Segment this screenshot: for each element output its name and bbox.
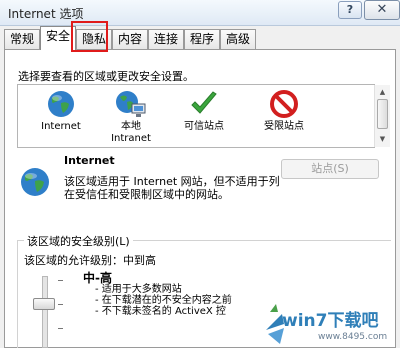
zone-instruction: 选择要查看的区域或更改安全设置。 — [18, 70, 194, 83]
slider-tick — [58, 304, 63, 305]
help-button[interactable]: ? — [338, 1, 362, 19]
zone-restricted-sites[interactable]: 受限站点 — [253, 89, 315, 133]
level-detail: - 适用于大多数网站 — [95, 284, 182, 295]
zone-trusted-sites[interactable]: 可信站点 — [173, 89, 235, 133]
globe-icon — [48, 91, 74, 117]
scroll-up-icon[interactable]: ▲ — [377, 86, 388, 98]
zone-description: 该区域适用于 Internet 网站，但不适用于列在受信任和受限制区域中的网站。 — [64, 175, 280, 201]
close-button[interactable]: ✕ — [364, 0, 400, 20]
globe-icon — [21, 168, 49, 196]
zone-label: 可信站点 — [184, 121, 224, 132]
tab-content[interactable]: 内容 — [112, 29, 148, 49]
zone-internet[interactable]: Internet — [30, 89, 92, 133]
restricted-icon — [270, 90, 298, 118]
zone-list-scrollbar[interactable]: ▲ ▼ — [374, 85, 390, 147]
scroll-thumb[interactable] — [377, 99, 388, 129]
level-detail: - 在下载潜在的不安全内容之前 — [95, 295, 232, 306]
security-level-legend: 该区域的安全级别(L) — [24, 233, 133, 249]
zone-label: 受限站点 — [264, 121, 304, 132]
security-level-details: - 适用于大多数网站 - 在下载潜在的不安全内容之前 - 不下载未签名的 Act… — [95, 284, 232, 317]
watermark-brand: win7下载吧 — [282, 311, 379, 331]
security-level-slider-handle[interactable] — [33, 298, 55, 310]
tab-programs[interactable]: 程序 — [184, 29, 220, 49]
tab-advanced[interactable]: 高级 — [220, 29, 256, 49]
level-detail: - 不下载未签名的 ActiveX 控 — [95, 306, 226, 317]
window-title: Internet 选项 — [8, 7, 84, 21]
slider-tick — [58, 328, 63, 329]
zone-local-intranet[interactable]: 本地 Intranet — [100, 89, 162, 145]
tab-connections[interactable]: 连接 — [148, 29, 184, 49]
selected-zone-name: Internet — [64, 154, 115, 167]
sites-button[interactable]: 站点(S) — [281, 159, 379, 179]
zone-label: 本地 Intranet — [111, 121, 151, 144]
checkmark-icon — [191, 91, 217, 114]
slider-tick — [58, 280, 63, 281]
tab-general[interactable]: 常规 — [4, 29, 40, 49]
intranet-icon — [116, 91, 146, 117]
zone-label: Internet — [41, 121, 81, 132]
security-level-slider-track[interactable] — [42, 276, 48, 348]
tab-highlight-box — [71, 21, 108, 52]
zone-list: Internet 本地 Intranet 可信站点 受限站点 ▲ ▼ — [17, 84, 390, 148]
watermark-url: www.8495.com — [318, 332, 388, 342]
scroll-down-icon[interactable]: ▼ — [377, 133, 388, 145]
allowed-levels: 该区域的允许级别：中到高 — [24, 254, 156, 267]
